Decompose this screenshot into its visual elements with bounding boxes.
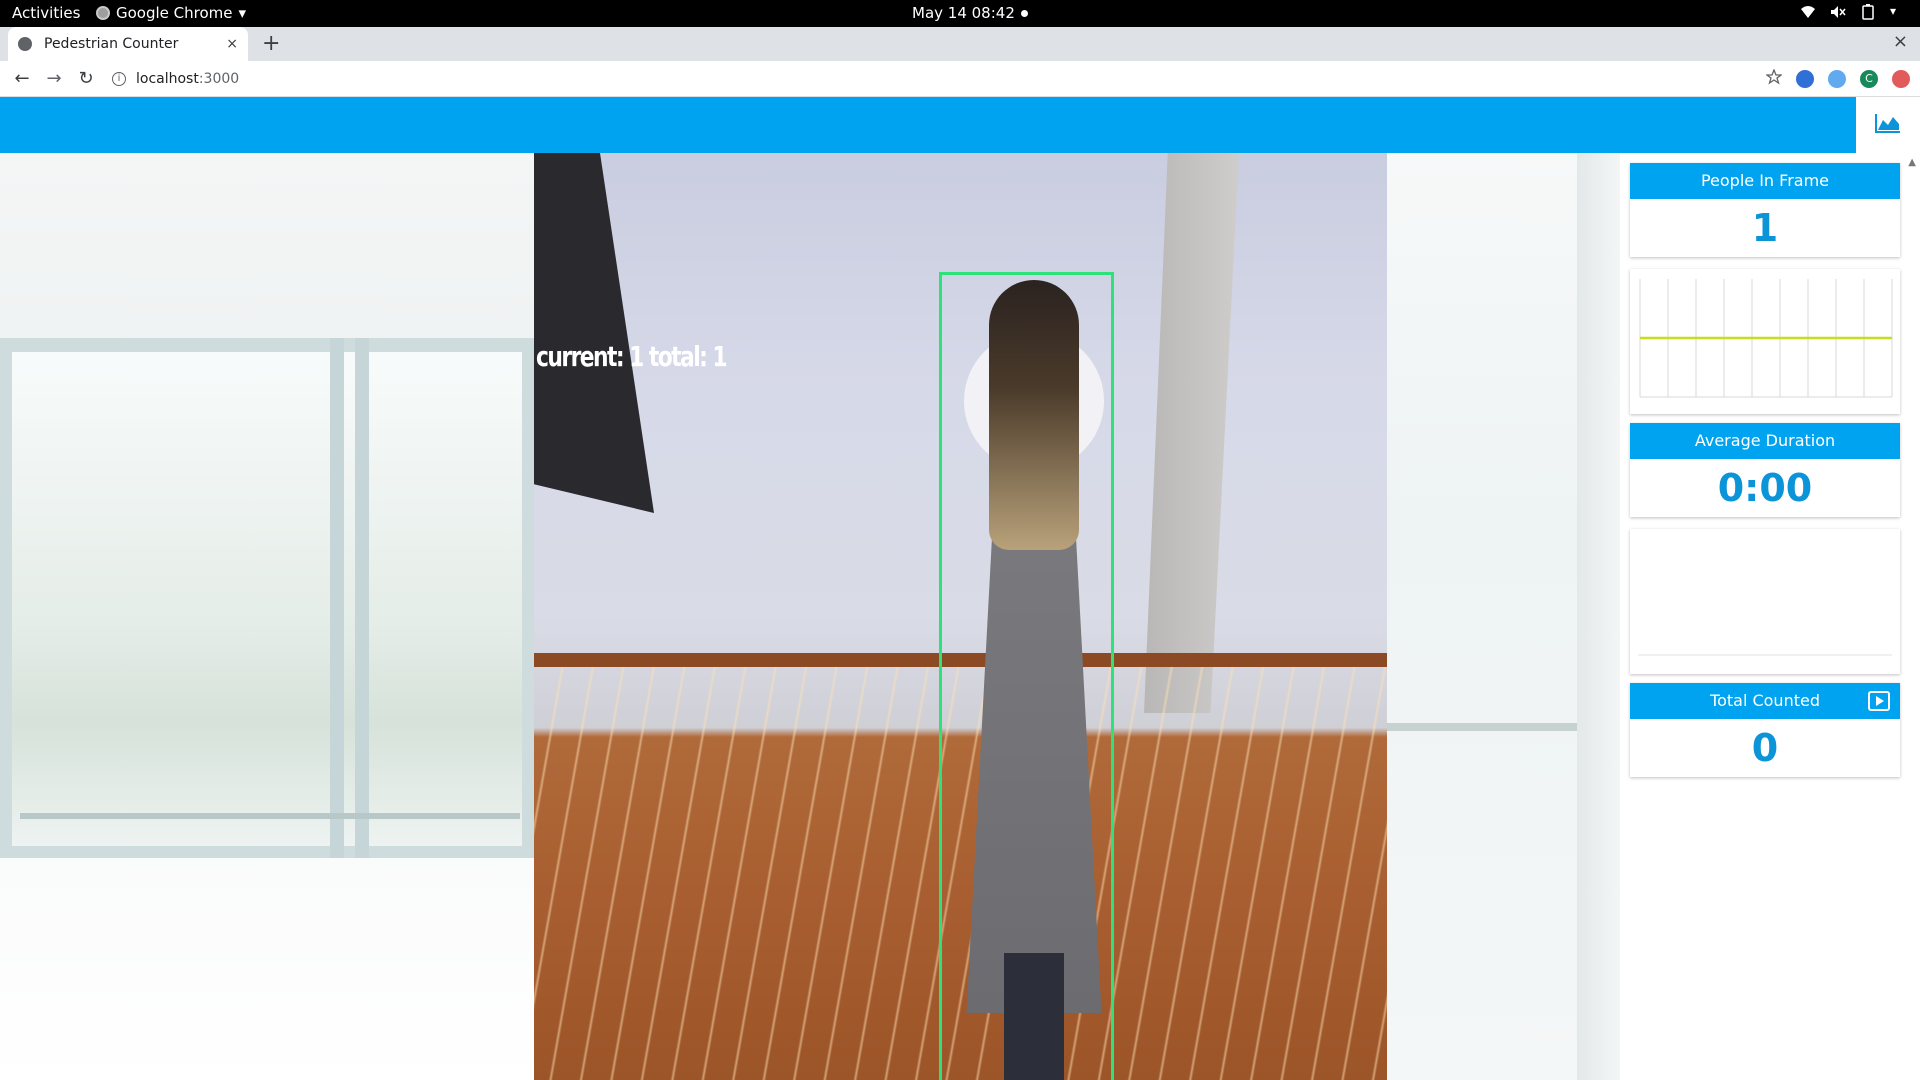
people-chart-card <box>1630 269 1900 414</box>
stats-toggle-button[interactable] <box>1856 97 1920 153</box>
total-counted-header: Total Counted <box>1630 683 1900 719</box>
system-menu-chevron-icon: ▾ <box>1890 4 1897 18</box>
tab-title: Pedestrian Counter <box>44 36 179 52</box>
app-menu[interactable]: Google Chrome ▾ <box>96 4 246 22</box>
tab-strip: Pedestrian Counter × + × <box>0 27 1920 61</box>
forward-button[interactable]: → <box>44 68 64 89</box>
average-duration-value: 0:00 <box>1717 466 1813 510</box>
duration-chart-card <box>1630 529 1900 674</box>
globe-icon <box>18 37 32 51</box>
app-header <box>0 97 1920 153</box>
address-bar[interactable]: i localhost:3000 <box>112 67 239 91</box>
area-chart-icon <box>1874 112 1902 138</box>
battery-icon <box>1860 4 1876 20</box>
video-feed: current: 1 total: 1 <box>534 153 1387 1080</box>
people-in-frame-label: People In Frame <box>1630 163 1900 199</box>
detection-bounding-box <box>939 272 1114 1080</box>
people-in-frame-card: People In Frame 1 <box>1630 163 1900 257</box>
stats-panel: ▲ People In Frame 1 Average Duration 0:0… <box>1620 153 1920 1080</box>
toolbar-actions: C <box>1765 68 1910 89</box>
chrome-icon <box>96 6 110 20</box>
people-line-chart <box>1639 279 1893 398</box>
bookmark-star-icon[interactable] <box>1765 68 1783 89</box>
extension-icon[interactable] <box>1892 70 1910 88</box>
browser-toolbar: ← → ↻ i localhost:3000 C <box>0 61 1920 97</box>
tab-pedestrian-counter[interactable]: Pedestrian Counter × <box>8 27 248 61</box>
reload-button[interactable]: ↻ <box>76 68 96 89</box>
chevron-down-icon: ▾ <box>238 4 247 22</box>
back-button[interactable]: ← <box>12 68 32 89</box>
clock[interactable]: May 14 08:42 <box>912 4 1028 22</box>
extension-icon[interactable] <box>1796 70 1814 88</box>
total-counted-card: Total Counted 0 <box>1630 683 1900 777</box>
background-image-left <box>0 153 534 1080</box>
profile-avatar[interactable]: C <box>1860 70 1878 88</box>
wifi-icon <box>1800 4 1816 20</box>
video-overlay-counter: current: 1 total: 1 <box>536 340 728 373</box>
window-close-button[interactable]: × <box>1893 31 1908 52</box>
url-text: localhost:3000 <box>136 71 240 87</box>
tab-close-icon[interactable]: × <box>226 36 238 52</box>
system-tray[interactable]: ▾ <box>1800 4 1906 20</box>
recording-indicator-icon <box>1020 9 1028 17</box>
app-menu-label: Google Chrome <box>116 4 233 22</box>
new-tab-button[interactable]: + <box>262 31 280 56</box>
system-top-bar: Activities Google Chrome ▾ May 14 08:42 … <box>0 0 1920 27</box>
average-duration-label: Average Duration <box>1630 423 1900 459</box>
volume-muted-icon <box>1830 4 1846 20</box>
background-image-right <box>1387 153 1620 1080</box>
play-icon[interactable] <box>1868 691 1890 711</box>
extension-icon[interactable] <box>1828 70 1846 88</box>
clock-label: May 14 08:42 <box>912 4 1015 22</box>
total-counted-label: Total Counted <box>1710 691 1820 710</box>
activities-button[interactable]: Activities <box>12 4 80 22</box>
scroll-up-icon[interactable]: ▲ <box>1908 157 1916 168</box>
total-counted-value: 0 <box>1751 726 1779 770</box>
people-in-frame-value: 1 <box>1751 206 1779 250</box>
duration-chart <box>1638 654 1892 656</box>
average-duration-card: Average Duration 0:00 <box>1630 423 1900 517</box>
site-info-icon[interactable]: i <box>112 72 126 86</box>
